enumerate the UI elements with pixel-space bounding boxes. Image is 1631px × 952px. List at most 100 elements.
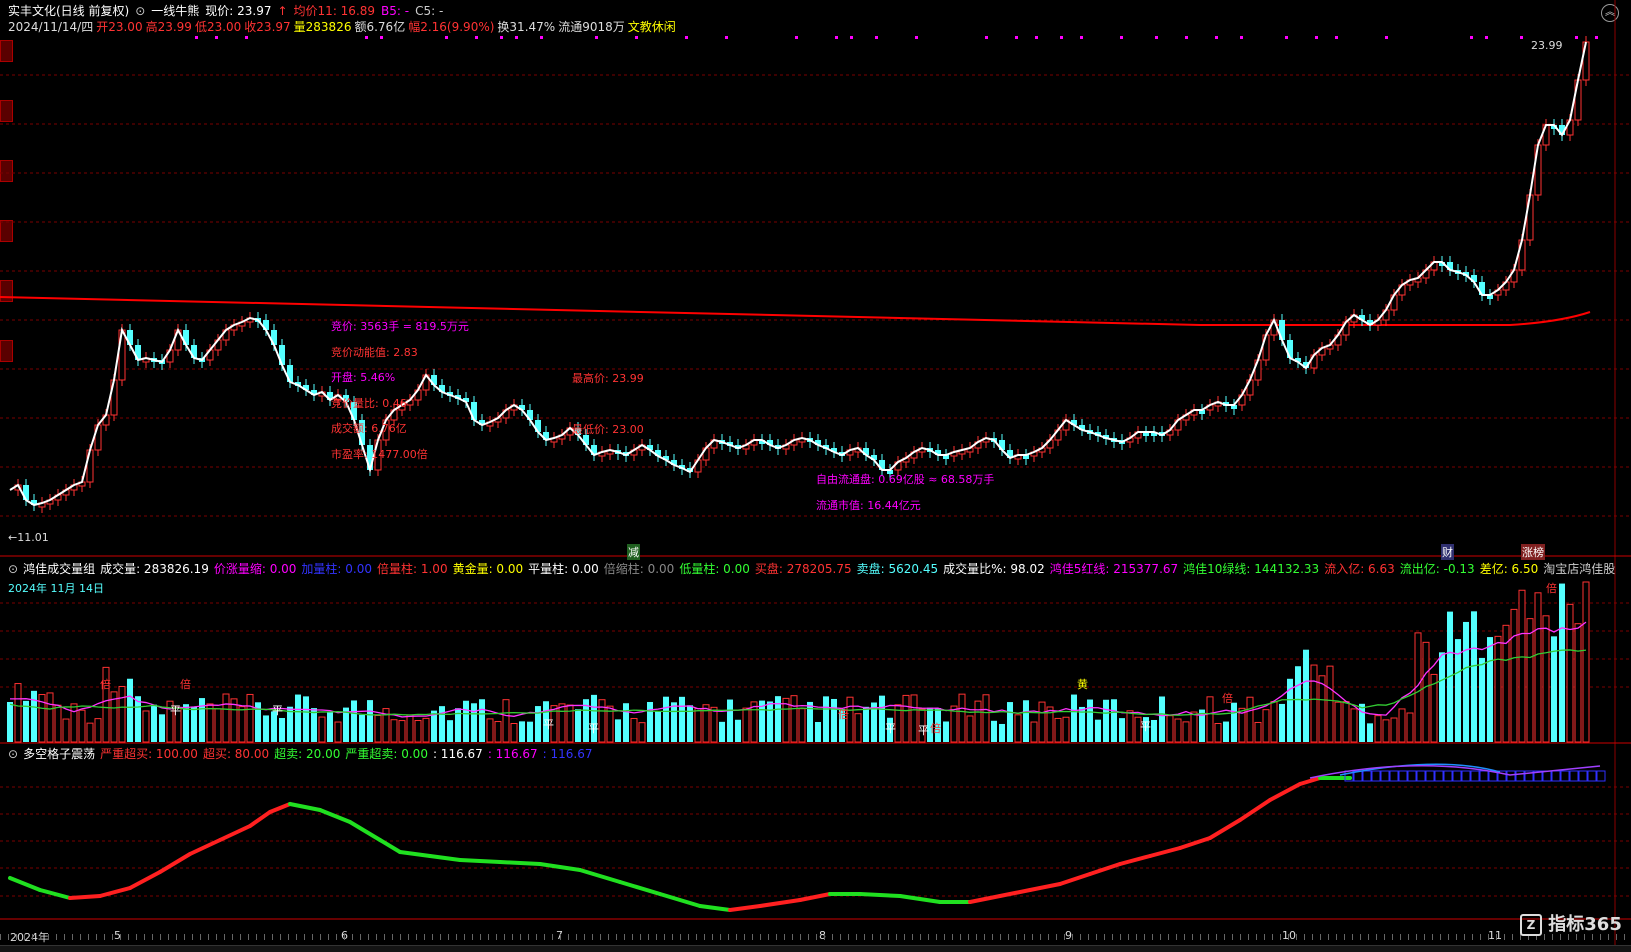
volume-bar [1574,623,1582,743]
volume-bar [679,696,685,742]
top-marker-dot [500,36,503,39]
volume-bar [414,720,422,743]
volume-bar [1054,717,1062,743]
volume-bar [1390,717,1398,743]
osc-box [1398,770,1408,782]
volume-bar [1111,699,1117,742]
osc-v1: : 116.67 [432,747,483,761]
osc-panel-title[interactable]: 多空格子震荡 [23,746,95,762]
volume-bar [1510,608,1518,743]
volume-bar [1487,637,1493,742]
volume-bar [982,694,990,743]
volume-bar [1479,657,1485,742]
osc-v3: : 116.67 [542,747,593,761]
volume-bar [1518,589,1526,743]
volume-bar [1367,723,1373,742]
volume-bar [1190,711,1198,743]
volume-bar [1534,592,1542,743]
top-marker-dot [1015,36,1018,39]
osc-segment [1298,776,1322,786]
min-price-label: ←11.01 [8,531,49,544]
volume-bar [1542,615,1550,743]
volume-bar [1326,665,1334,743]
open-pct-annotation: 开盘: 5.46% [331,371,396,384]
top-marker-dot [245,36,248,39]
volume-bar [118,685,126,743]
osc-segment [428,854,462,862]
shop-label: 淘宝店鸿佳股 [1543,562,1616,576]
volume-bar [615,719,621,742]
volume-panel-title[interactable]: 鸿佳成交量组 [23,561,95,577]
volume-panel-icon[interactable]: ⊙ [8,561,18,577]
volume-bar [1559,583,1565,742]
volume-bar [910,694,918,743]
volume-tag: 平 [170,704,181,717]
volume-bar [710,706,718,743]
float-value-annotation: 流通市值: 16.44亿元 [816,499,921,512]
volume-bar [1254,721,1262,743]
top-marker-dot [685,36,688,39]
volume-bar [694,708,702,743]
volume-tag: 平 [918,724,929,737]
event-cai[interactable]: 财 [1441,544,1454,560]
volume-bar [575,709,581,742]
volume-bar [479,699,485,742]
volume-bar [334,721,342,743]
volume-bar [1246,696,1254,743]
volume-bar [1062,716,1070,743]
trend-line [9,41,1587,507]
top-marker-dot [515,36,518,39]
volume-bar [1422,641,1430,743]
osc-segment [698,904,732,912]
osc-box [1416,770,1426,782]
bid-price-annotation: 竞价: 3563手 = 819.5万元 [331,320,469,333]
osc-segment [348,820,382,842]
top-marker-dot [875,36,878,39]
double-bar: 倍量柱: 1.00 [377,562,448,576]
volume-bar [1223,721,1229,742]
top-marker-dot [1385,36,1388,39]
volume-tag: 平 [1140,720,1151,733]
top-marker-dot [1120,36,1123,39]
volume-bar [558,703,566,743]
overbuy: 超买: 80.00 [202,747,270,761]
osc-segment [1178,836,1212,850]
shrink-bar: 倍缩柱: 0.00 [603,562,675,576]
osc-segment [98,886,132,898]
osc-segment [68,894,102,900]
volume-date: 2024年 11月 14日 [8,582,104,595]
osc-panel-icon[interactable]: ⊙ [8,746,18,762]
volume-bar [78,709,86,743]
volume-bar [1374,715,1382,743]
top-marker-dot [1215,36,1218,39]
bid-momentum-annotation: 竞价动能值: 2.83 [331,346,418,359]
top-marker-dot [595,36,598,39]
volume-bar [494,721,502,743]
osc-box [1362,770,1372,782]
volume-tag: 平 [543,718,554,731]
top-marker-dot [1470,36,1473,39]
volume-bar [1023,700,1029,742]
highest-annotation: 最高价: 23.99 [572,372,644,385]
volume-bar [1262,709,1270,743]
severe-overbuy: 严重超买: 100.00 [100,747,198,761]
free-float-annotation: 自由流通盘: 0.69亿股 ≈ 68.58万手 [816,473,995,486]
volume-bar [222,693,230,743]
top-marker-dot [1335,36,1338,39]
volume-bar [519,721,525,742]
volume-bar [7,702,13,742]
event-jian[interactable]: 减 [627,544,640,560]
volume-tag: 倍 [1546,582,1557,595]
volume-bar [1439,652,1445,742]
top-marker-dot [1185,36,1188,39]
osc-segment [188,838,222,856]
volume-bar [238,706,246,743]
lowest-annotation: 最低价: 23.00 [572,423,644,436]
osc-segment [968,894,1002,904]
volume-bar [510,722,518,743]
volume-bar [374,715,382,743]
event-zhangting[interactable]: 涨榜 [1521,544,1545,560]
osc-segment [218,824,252,842]
sell-volume: 卖盘: 5620.45 [856,562,939,576]
volume-bar [527,721,533,742]
